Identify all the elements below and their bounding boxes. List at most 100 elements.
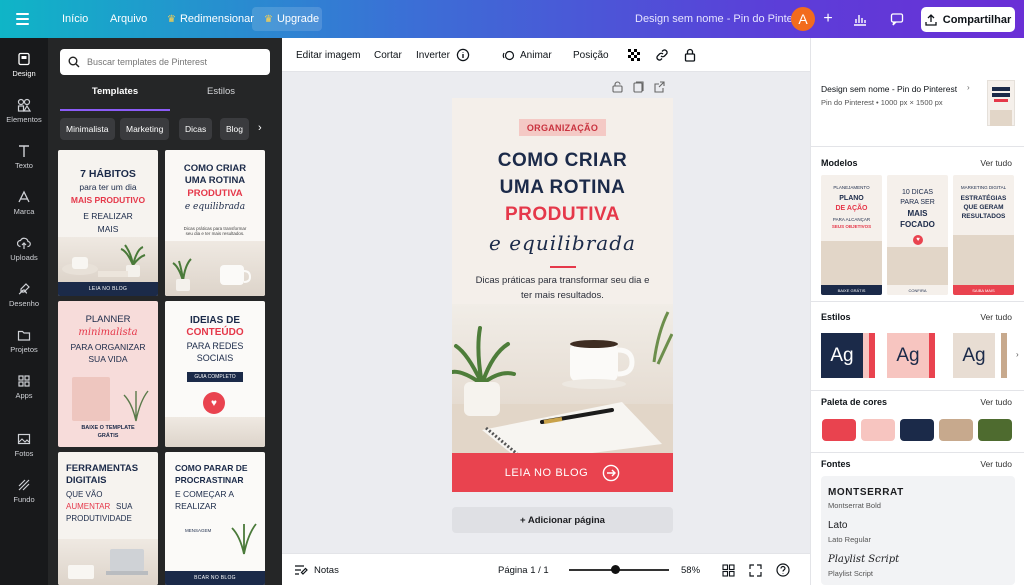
doc-thumbnail[interactable] bbox=[987, 80, 1015, 126]
style-card[interactable]: Ag bbox=[887, 333, 948, 378]
info-icon[interactable] bbox=[456, 38, 470, 72]
help-icon[interactable] bbox=[776, 554, 790, 585]
see-all-models-link[interactable]: Ver tudo bbox=[980, 158, 1012, 168]
nav-apps[interactable]: Apps bbox=[0, 364, 48, 410]
accent-divider bbox=[550, 266, 576, 268]
position-button[interactable]: Posição bbox=[573, 38, 609, 72]
doc-title[interactable]: Design sem nome - Pin do Pinterest bbox=[821, 84, 957, 94]
color-swatch[interactable] bbox=[822, 419, 856, 441]
color-swatch[interactable] bbox=[861, 419, 895, 441]
nav-design[interactable]: Design bbox=[0, 42, 48, 88]
nav-uploads[interactable]: Uploads bbox=[0, 226, 48, 272]
design-photo[interactable] bbox=[452, 304, 673, 462]
design-headline-4[interactable]: e equilibrada bbox=[452, 231, 673, 255]
share-button[interactable]: Compartilhar bbox=[921, 7, 1015, 32]
card-band: LEIA NO BLOG bbox=[58, 282, 158, 296]
model-card[interactable]: MARKETING DIGITAL ESTRATÉGIAS QUE GERAM … bbox=[953, 175, 1014, 295]
avatar[interactable]: A bbox=[791, 7, 815, 31]
tab-styles[interactable]: Estilos bbox=[166, 86, 276, 106]
notes-button[interactable]: Notas bbox=[294, 554, 339, 585]
design-headline-1[interactable]: COMO CRIAR bbox=[452, 150, 673, 172]
analytics-icon[interactable] bbox=[847, 7, 873, 31]
animate-button[interactable]: Animar bbox=[502, 38, 552, 72]
style-card[interactable]: Ag bbox=[953, 333, 1014, 378]
nav-elements[interactable]: Elementos bbox=[0, 88, 48, 134]
model-text: PLANEJAMENTO bbox=[833, 185, 870, 190]
add-collaborator-icon[interactable]: + bbox=[815, 7, 841, 31]
card-text: IDEIAS DE bbox=[189, 315, 240, 326]
model-text: FOCADO bbox=[900, 220, 935, 229]
filter-chip[interactable]: Marketing bbox=[120, 118, 170, 140]
lock-icon[interactable] bbox=[684, 38, 696, 72]
nav-draw[interactable]: Desenho bbox=[0, 272, 48, 318]
font-name[interactable]: Playlist Script bbox=[828, 554, 899, 565]
crop-button[interactable]: Cortar bbox=[374, 38, 402, 72]
templates-panel: Templates Estilos Minimalista Marketing … bbox=[48, 38, 282, 585]
template-card[interactable]: COMO PARAR DE PROCRASTINAR E COMEÇAR A R… bbox=[165, 452, 265, 585]
file-menu[interactable]: Arquivo bbox=[110, 0, 147, 38]
color-swatch[interactable] bbox=[900, 419, 934, 441]
design-tag[interactable]: ORGANIZAÇÃO bbox=[519, 119, 606, 136]
model-text: MAIS bbox=[907, 209, 928, 218]
template-card[interactable]: 7 HÁBITOS para ter um dia MAIS PRODUTIVO… bbox=[58, 150, 158, 296]
design-headline-2[interactable]: UMA ROTINA bbox=[452, 177, 673, 199]
see-all-palette-link[interactable]: Ver tudo bbox=[980, 397, 1012, 407]
page-indicator[interactable]: Página 1 / 1 bbox=[498, 554, 549, 585]
fullscreen-icon[interactable] bbox=[749, 554, 762, 585]
color-swatch[interactable] bbox=[939, 419, 973, 441]
menu-icon[interactable] bbox=[14, 0, 34, 38]
nav-background[interactable]: Fundo bbox=[0, 468, 48, 514]
search-box[interactable] bbox=[60, 49, 270, 75]
resize-button[interactable]: ♛ Redimensionar bbox=[167, 0, 254, 38]
card-text: PARA ORGANIZAR bbox=[70, 342, 146, 352]
model-card[interactable]: 10 DICAS PARA SER MAIS FOCADO ♥ CONFIRA bbox=[887, 175, 948, 295]
design-subtitle[interactable]: Dicas práticas para transformar seu dia … bbox=[472, 274, 653, 303]
comment-icon[interactable] bbox=[884, 7, 910, 31]
nav-brand[interactable]: Marca bbox=[0, 180, 48, 226]
template-card[interactable]: PLANNER minimalista PARA ORGANIZAR SUA V… bbox=[58, 301, 158, 447]
color-swatch[interactable] bbox=[978, 419, 1012, 441]
search-input[interactable] bbox=[87, 57, 257, 67]
model-photo bbox=[887, 247, 948, 285]
nav-projects[interactable]: Projetos bbox=[0, 318, 48, 364]
zoom-level[interactable]: 58% bbox=[681, 554, 700, 585]
grid-view-icon[interactable] bbox=[722, 554, 735, 585]
filter-chip[interactable]: Dicas bbox=[179, 118, 213, 140]
upgrade-content[interactable]: ♛ Upgrade bbox=[264, 0, 319, 38]
export-page-icon[interactable] bbox=[654, 81, 665, 93]
template-card[interactable]: IDEIAS DE CONTEÚDO PARA REDES SOCIAIS GU… bbox=[165, 301, 265, 447]
nav-photos[interactable]: Fotos bbox=[0, 422, 48, 468]
duplicate-page-icon[interactable] bbox=[633, 81, 644, 93]
flip-button[interactable]: Inverter bbox=[416, 38, 450, 72]
card-text: UMA ROTINA bbox=[184, 175, 246, 186]
card-text: SOCIAIS bbox=[196, 353, 234, 363]
chevron-right-icon[interactable]: › bbox=[1016, 350, 1019, 359]
filter-chip[interactable]: Minimalista bbox=[60, 118, 115, 140]
document-title[interactable]: Design sem nome - Pin do Pinterest bbox=[635, 0, 811, 38]
filter-chip[interactable]: Blog bbox=[220, 118, 250, 140]
chevron-right-icon[interactable]: › bbox=[967, 83, 970, 92]
chevron-right-icon[interactable]: › bbox=[258, 122, 262, 134]
zoom-slider-handle[interactable] bbox=[611, 565, 620, 574]
cta-button[interactable]: LEIA NO BLOG bbox=[452, 453, 673, 492]
heart-icon: ♥ bbox=[913, 235, 923, 245]
template-card[interactable]: COMO CRIAR UMA ROTINA PRODUTIVA e equili… bbox=[165, 150, 265, 296]
design-page[interactable]: ORGANIZAÇÃO COMO CRIAR UMA ROTINA PRODUT… bbox=[452, 98, 673, 492]
design-headline-3[interactable]: PRODUTIVA bbox=[452, 204, 673, 226]
template-card[interactable]: FERRAMENTAS DIGITAIS QUE VÃO AUMENTAR SU… bbox=[58, 452, 158, 585]
font-name[interactable]: MONTSERRAT bbox=[828, 487, 904, 498]
brand-icon bbox=[18, 190, 30, 203]
tab-templates[interactable]: Templates bbox=[60, 86, 170, 111]
link-icon[interactable] bbox=[655, 38, 669, 72]
unlock-icon[interactable] bbox=[612, 81, 623, 93]
add-page-button[interactable]: + Adicionar página bbox=[452, 507, 673, 533]
model-card[interactable]: PLANEJAMENTO PLANO DE AÇÃO PARA ALCANÇAR… bbox=[821, 175, 882, 295]
home-link[interactable]: Início bbox=[62, 0, 88, 38]
font-name[interactable]: Lato bbox=[828, 520, 847, 531]
see-all-styles-link[interactable]: Ver tudo bbox=[980, 312, 1012, 322]
see-all-fonts-link[interactable]: Ver tudo bbox=[980, 459, 1012, 469]
edit-image-button[interactable]: Editar imagem bbox=[296, 38, 360, 72]
nav-text[interactable]: Texto bbox=[0, 134, 48, 180]
transparency-icon[interactable] bbox=[628, 38, 641, 72]
style-card[interactable]: Ag bbox=[821, 333, 882, 378]
